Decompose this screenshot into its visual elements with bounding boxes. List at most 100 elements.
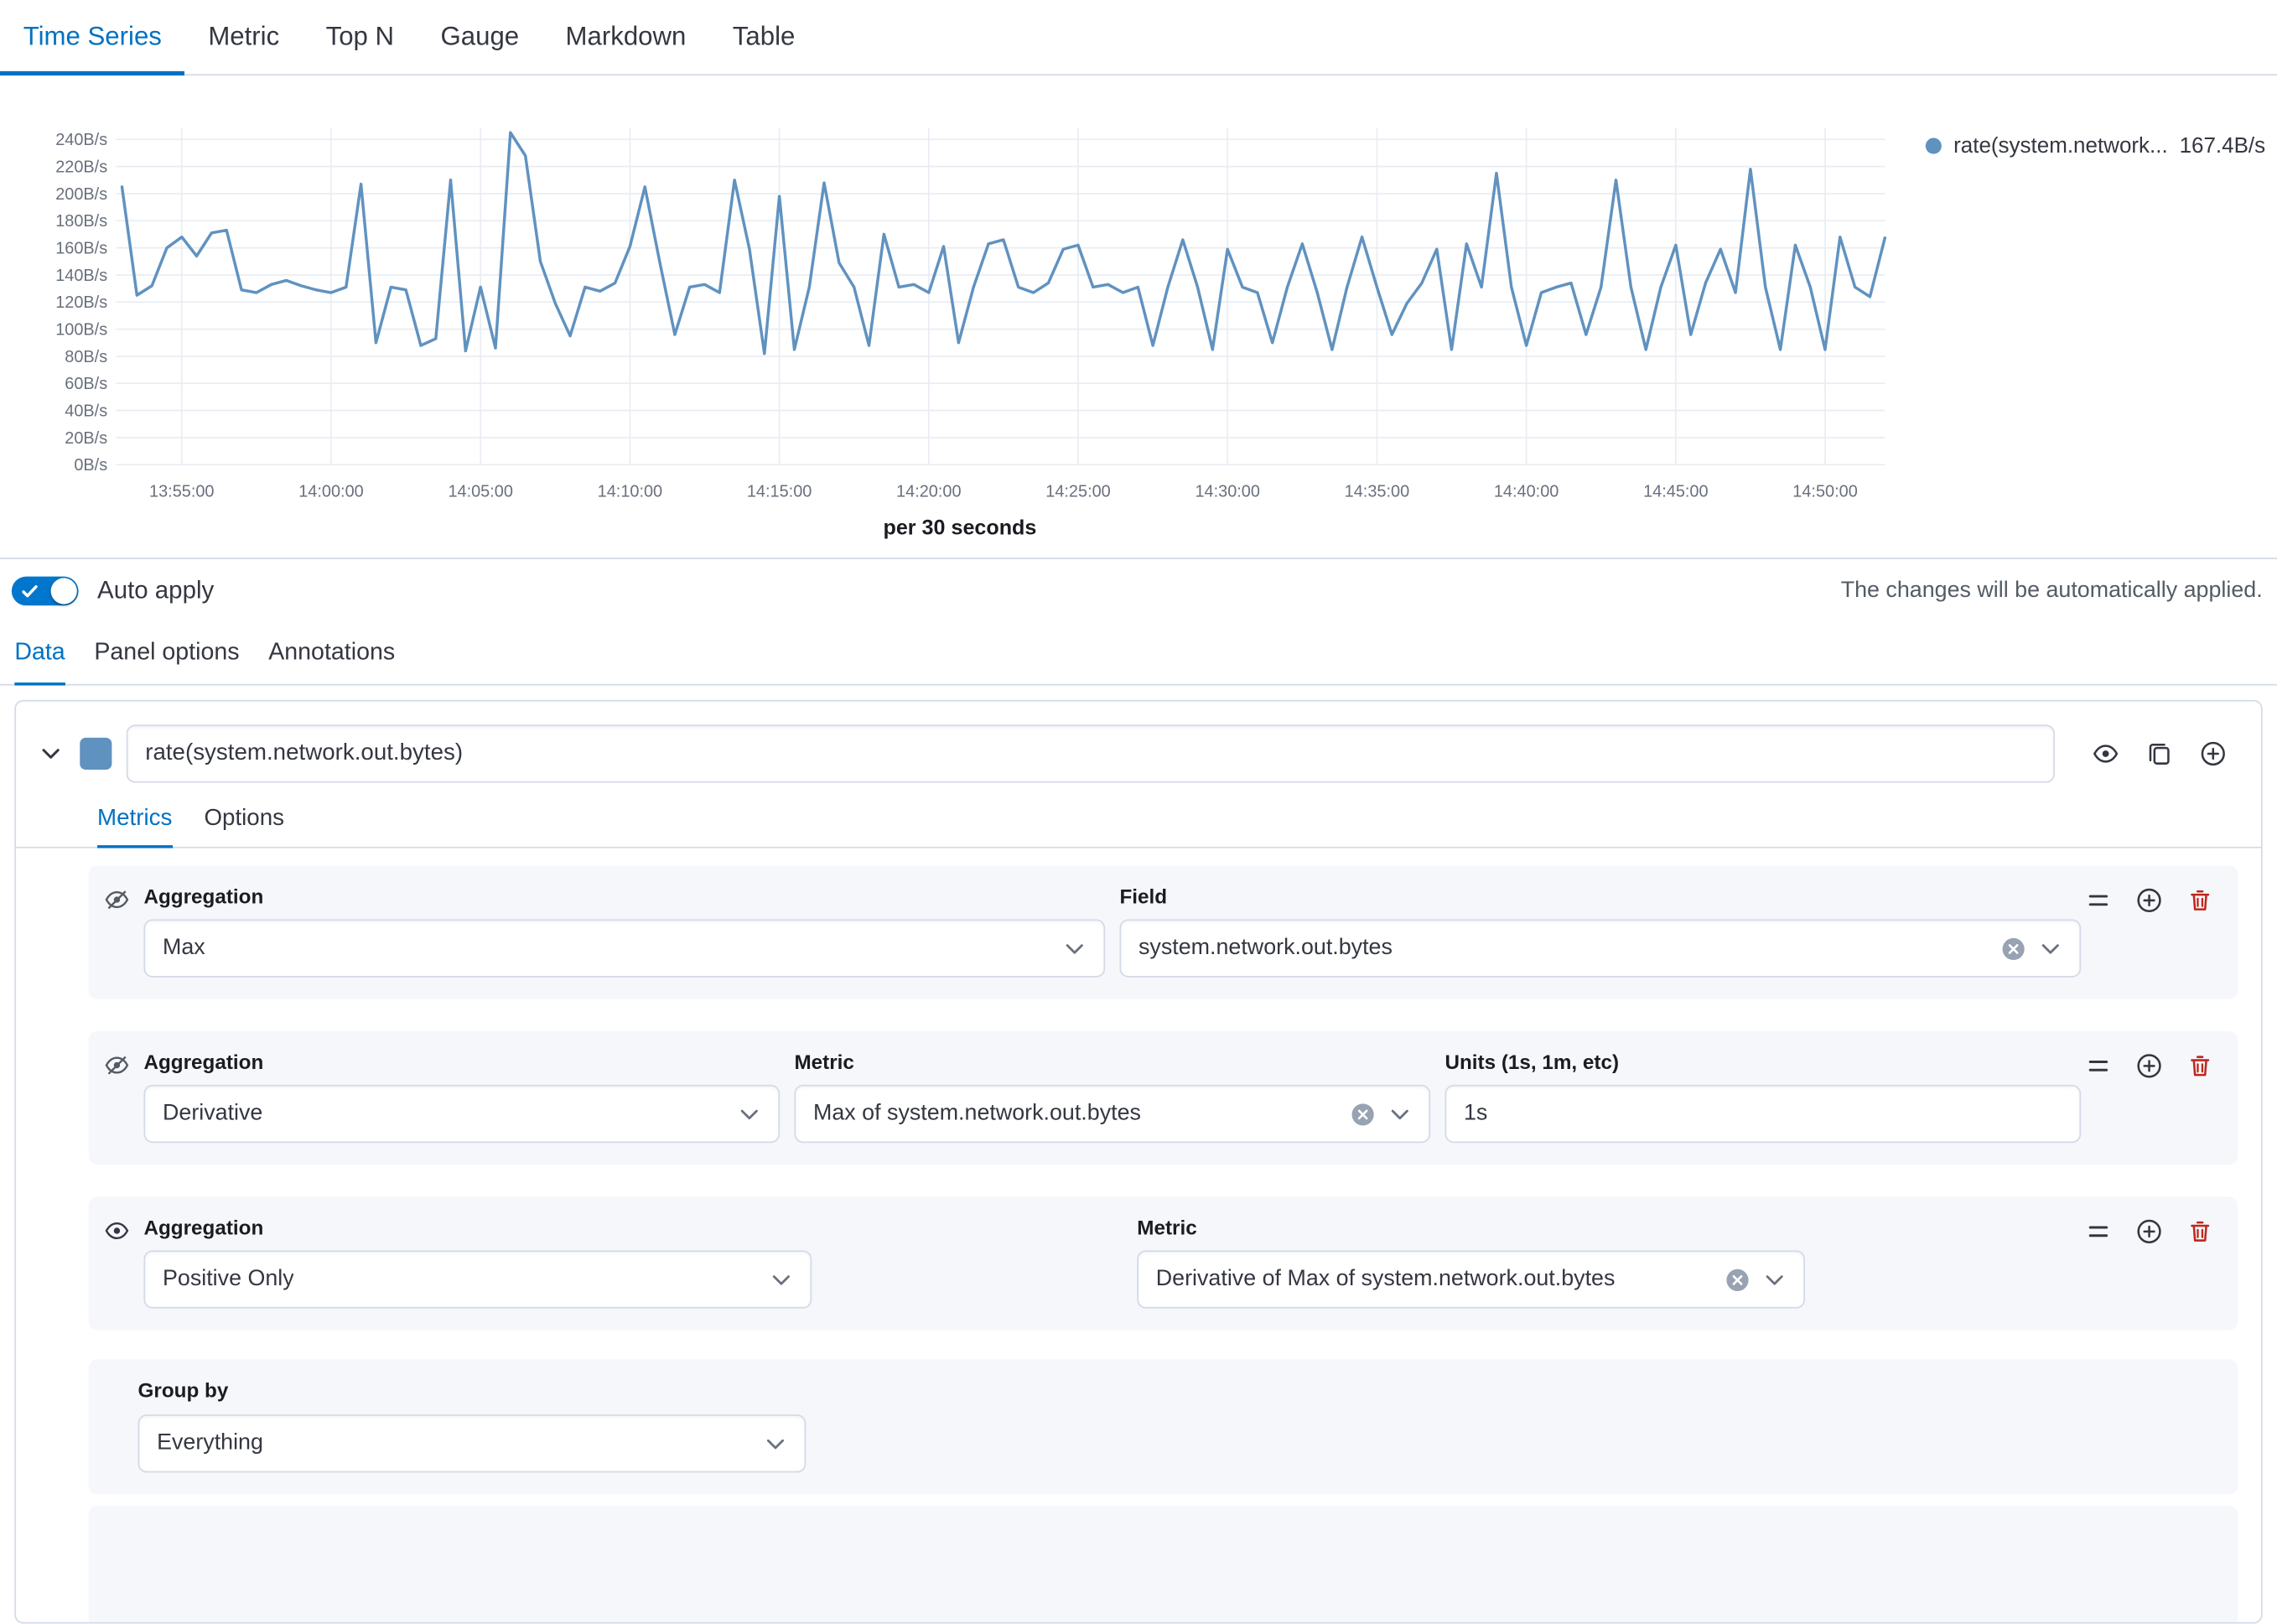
svg-text:14:50:00: 14:50:00 [1792, 482, 1858, 501]
metric-hidden-eye-slash-icon[interactable] [105, 887, 129, 911]
svg-text:20B/s: 20B/s [65, 429, 107, 448]
svg-text:14:25:00: 14:25:00 [1045, 482, 1111, 501]
aggregation-label: Aggregation [143, 1050, 780, 1073]
tab-markdown[interactable]: Markdown [542, 0, 709, 74]
toggle-knob [51, 578, 77, 604]
aggregation-select[interactable]: Derivative [143, 1085, 780, 1143]
drag-metric-handle-icon[interactable] [2085, 887, 2111, 913]
add-metric-plus-circle-icon[interactable] [2136, 1053, 2162, 1079]
svg-text:200B/s: 200B/s [55, 185, 107, 204]
svg-text:160B/s: 160B/s [55, 240, 107, 258]
svg-text:14:35:00: 14:35:00 [1345, 482, 1410, 501]
delete-metric-trash-icon[interactable] [2187, 1053, 2213, 1079]
add-metric-plus-circle-icon[interactable] [2136, 887, 2162, 913]
auto-apply-toggle[interactable] [12, 577, 79, 606]
clear-metric-x-circle-icon[interactable] [1351, 1102, 1375, 1126]
svg-text:40B/s: 40B/s [65, 402, 107, 421]
svg-text:14:30:00: 14:30:00 [1195, 482, 1260, 501]
metric-row-positive-only: Aggregation Positive Only Metric Derivat… [89, 1196, 2238, 1330]
metric-label: Metric [794, 1050, 1430, 1073]
aggregation-select[interactable]: Positive Only [143, 1250, 812, 1308]
chevron-down-icon [1388, 1103, 1412, 1126]
clear-field-x-circle-icon[interactable] [2001, 936, 2025, 960]
svg-text:60B/s: 60B/s [65, 375, 107, 393]
chart-interval-caption: per 30 seconds [8, 517, 1911, 541]
metric-row-derivative: Aggregation Derivative Metric Max of sys… [89, 1031, 2238, 1165]
chevron-down-icon [738, 1103, 761, 1126]
add-metric-plus-circle-icon[interactable] [2136, 1218, 2162, 1244]
aggregation-value: Positive Only [163, 1266, 294, 1292]
tab-annotations[interactable]: Annotations [268, 623, 395, 684]
legend-series-value: 167.4B/s [2180, 133, 2266, 158]
svg-text:100B/s: 100B/s [55, 321, 107, 340]
next-section-strip [89, 1506, 2238, 1622]
svg-text:14:40:00: 14:40:00 [1494, 482, 1559, 501]
clone-series-copy-icon[interactable] [2146, 740, 2172, 766]
metric-visible-eye-icon[interactable] [105, 1218, 129, 1243]
chevron-down-icon [764, 1432, 787, 1455]
metric-row-controls [2085, 1053, 2212, 1079]
toggle-series-visibility-eye-icon[interactable] [2093, 740, 2119, 766]
svg-text:80B/s: 80B/s [65, 348, 107, 366]
metric-hidden-eye-slash-icon[interactable] [105, 1053, 129, 1077]
auto-apply-bar: Auto apply The changes will be automatic… [0, 558, 2277, 623]
subtab-options[interactable]: Options [204, 806, 284, 846]
editor-tabs: Data Panel options Annotations [0, 623, 2277, 685]
chart-legend[interactable]: rate(system.network... 167.4B/s [1926, 133, 2265, 158]
svg-text:14:00:00: 14:00:00 [298, 482, 364, 501]
aggregation-value: Derivative [163, 1101, 262, 1127]
series-header [16, 702, 2261, 783]
delete-metric-trash-icon[interactable] [2187, 1218, 2213, 1244]
chevron-down-icon [1063, 937, 1087, 960]
metric-row-max: Aggregation Max Field system.network.out… [89, 865, 2238, 999]
svg-text:14:20:00: 14:20:00 [896, 482, 962, 501]
add-series-plus-circle-icon[interactable] [2200, 740, 2226, 766]
svg-text:0B/s: 0B/s [74, 456, 107, 475]
series-color-swatch[interactable] [80, 738, 112, 770]
svg-text:14:15:00: 14:15:00 [747, 482, 812, 501]
check-icon [22, 584, 38, 599]
aggregation-select[interactable]: Max [143, 919, 1105, 977]
group-by-label: Group by [138, 1378, 2215, 1402]
tab-data[interactable]: Data [14, 623, 65, 684]
svg-text:240B/s: 240B/s [55, 131, 107, 149]
svg-text:14:05:00: 14:05:00 [448, 482, 513, 501]
drag-metric-handle-icon[interactable] [2085, 1053, 2111, 1079]
group-by-section: Group by Everything [89, 1359, 2238, 1494]
field-value: system.network.out.bytes [1138, 935, 1393, 961]
tab-panel-options[interactable]: Panel options [94, 623, 239, 684]
collapse-series-chevron-down-icon[interactable] [36, 739, 65, 769]
metric-row-controls [2085, 887, 2212, 913]
svg-text:220B/s: 220B/s [55, 158, 107, 177]
group-by-select[interactable]: Everything [138, 1414, 807, 1472]
clear-metric-x-circle-icon[interactable] [1725, 1267, 1750, 1291]
field-select[interactable]: system.network.out.bytes [1119, 919, 2081, 977]
legend-series-dot-icon [1926, 138, 1942, 154]
group-by-value: Everything [157, 1430, 263, 1456]
metric-row-controls [2085, 1218, 2212, 1244]
tab-time-series[interactable]: Time Series [0, 0, 185, 74]
svg-text:13:55:00: 13:55:00 [149, 482, 215, 501]
tab-table[interactable]: Table [709, 0, 818, 74]
metric-select[interactable]: Derivative of Max of system.network.out.… [1137, 1250, 1805, 1308]
tab-top-n[interactable]: Top N [303, 0, 418, 74]
tab-gauge[interactable]: Gauge [418, 0, 542, 74]
metric-label: Metric [1137, 1216, 1805, 1239]
svg-text:14:10:00: 14:10:00 [598, 482, 663, 501]
drag-metric-handle-icon[interactable] [2085, 1218, 2111, 1244]
chevron-down-icon [770, 1268, 793, 1291]
subtab-metrics[interactable]: Metrics [97, 806, 172, 846]
units-input[interactable] [1445, 1085, 2081, 1143]
metric-value: Derivative of Max of system.network.out.… [1156, 1266, 1616, 1292]
metric-select[interactable]: Max of system.network.out.bytes [794, 1085, 1430, 1143]
series-actions [2093, 740, 2238, 766]
tab-metric[interactable]: Metric [185, 0, 303, 74]
chevron-down-icon [2039, 937, 2062, 960]
delete-metric-trash-icon[interactable] [2187, 887, 2213, 913]
series-label-input[interactable] [127, 724, 2055, 782]
tsvb-visual-builder: Time Series Metric Top N Gauge Markdown … [0, 0, 2277, 1535]
metric-rows: Aggregation Max Field system.network.out… [16, 848, 2261, 1622]
chart-preview: 0B/s20B/s40B/s60B/s80B/s100B/s120B/s140B… [0, 75, 2277, 558]
series-subtabs: Metrics Options [16, 806, 2261, 848]
metric-value: Max of system.network.out.bytes [813, 1101, 1141, 1127]
